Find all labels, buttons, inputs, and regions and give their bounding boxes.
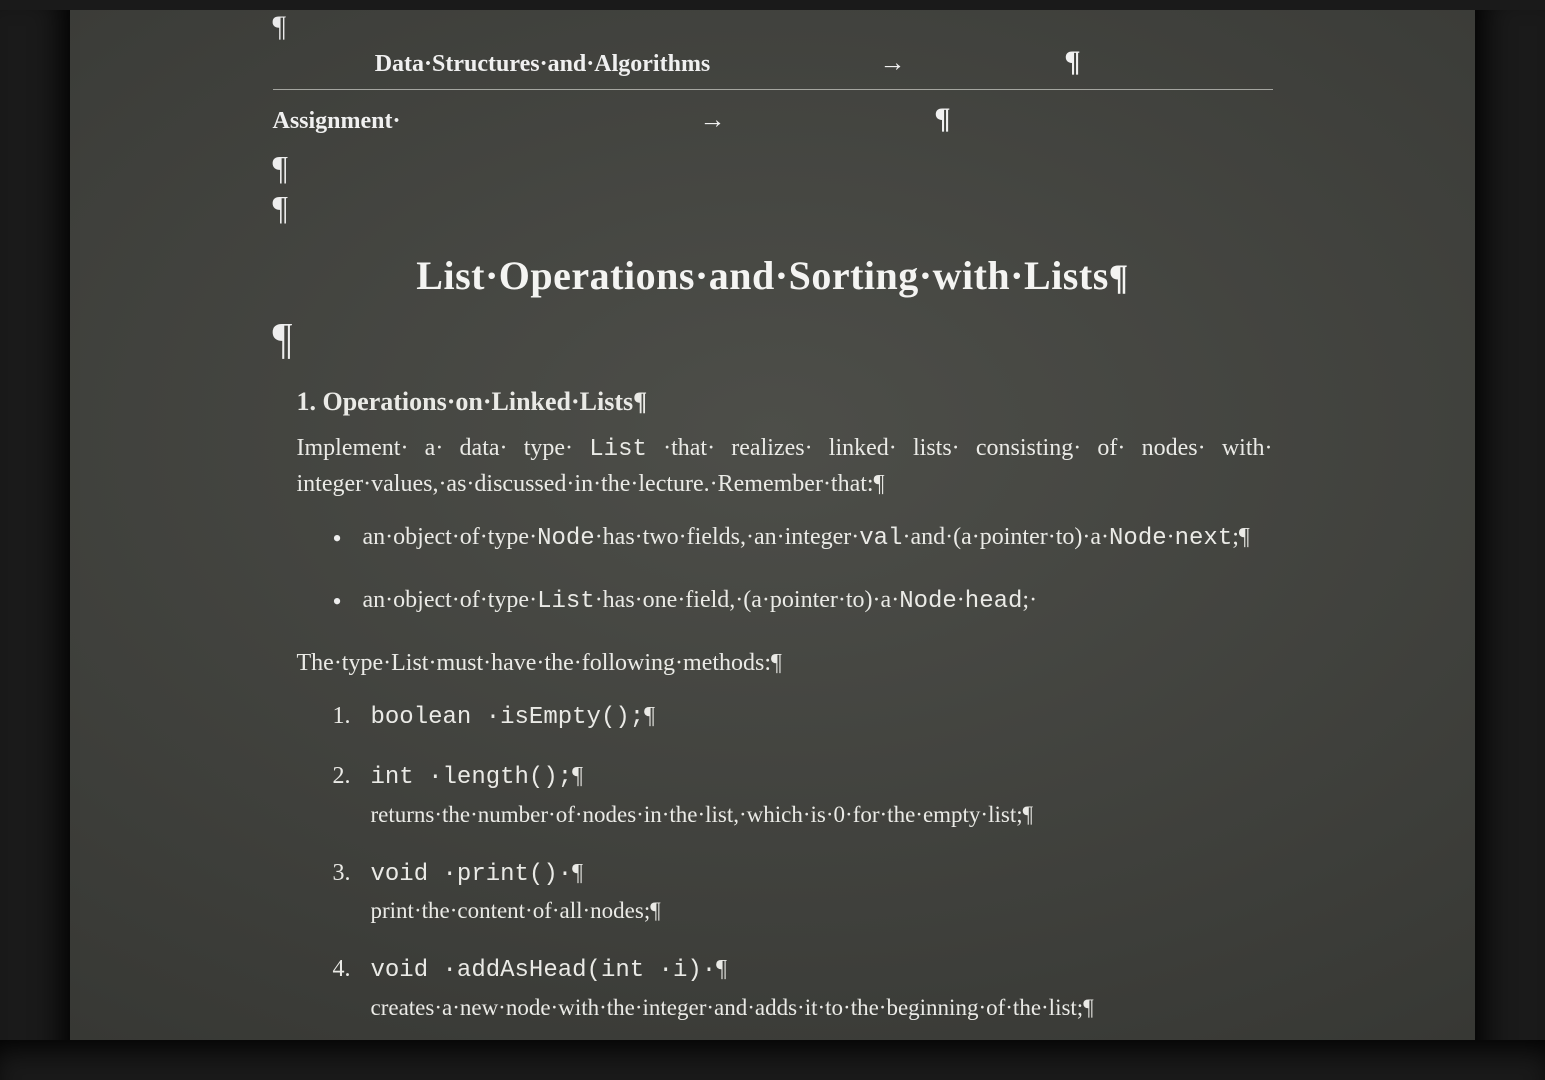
document-body: 1. Operations·on·Linked·Lists¶ Implement… [273, 383, 1273, 1024]
intro-paragraph: Implement· a· data· type· List ·that· re… [297, 431, 1273, 503]
formatting-mark-pilcrow: ¶ [273, 192, 1273, 226]
code-token-val: val [859, 525, 902, 552]
formatting-mark-pilcrow: ¶ [572, 763, 583, 789]
formatting-mark-tab: → [613, 106, 813, 136]
header-row-course: Data·Structures·and·Algorithms → ¶ [273, 37, 1273, 89]
formatting-mark-pilcrow: ¶ [273, 317, 1273, 361]
document-page: ¶ Data·Structures·and·Algorithms → ¶ Ass… [273, 10, 1273, 1024]
method-signature: int ·length(); [371, 764, 573, 791]
text: returns·the·number·of·nodes·in·the·list,… [371, 802, 1023, 827]
text: ;· [1022, 587, 1037, 613]
bezel [0, 0, 70, 1080]
formatting-mark-pilcrow: ¶ [813, 102, 1073, 136]
list-item: int ·length();¶ returns·the·number·of·no… [333, 759, 1273, 831]
list-item: void ·addAsHead(int ·i)·¶ creates·a·new·… [333, 952, 1273, 1024]
code-token-list: List [589, 436, 647, 463]
section-title: Operations·on·Linked·Lists [323, 387, 634, 416]
title-text: List·Operations·and·Sorting·with·Lists [416, 253, 1108, 298]
list-item: boolean ·isEmpty();¶ [333, 699, 1273, 736]
header-table: Data·Structures·and·Algorithms → ¶ Assig… [273, 37, 1273, 146]
list-item: an·object·of·type·List·has·one·field,·(a… [333, 583, 1273, 620]
text: ·has·one·field,·(a·pointer·to)·a· [595, 587, 900, 613]
text: ·has·two·fields,·an·integer· [595, 524, 860, 550]
text: · [1167, 524, 1175, 550]
assignment-label: Assignment· [273, 108, 613, 135]
text: an·object·of·type· [363, 587, 538, 613]
text: · [957, 587, 965, 613]
bezel [0, 0, 1545, 10]
bezel [1475, 0, 1545, 1080]
formatting-mark-pilcrow: ¶ [1109, 257, 1129, 297]
method-signature: boolean ·isEmpty(); [371, 704, 645, 731]
method-signature: void ·addAsHead(int ·i)· [371, 957, 717, 984]
code-token-list: List [537, 588, 595, 615]
monitor-screen: ¶ Data·Structures·and·Algorithms → ¶ Ass… [0, 0, 1545, 1080]
text: an·object·of·type· [363, 524, 538, 550]
formatting-mark-pilcrow: ¶ [874, 471, 885, 497]
code-token-head: head [965, 588, 1023, 615]
formatting-mark-pilcrow: ¶ [273, 152, 1273, 186]
bullet-list: an·object·of·type·Node·has·two·fields,·a… [333, 520, 1273, 620]
formatting-mark-tab: → [813, 49, 973, 79]
code-token-node: Node [537, 525, 595, 552]
text: ; [1232, 524, 1239, 550]
method-signature: void ·print()· [371, 861, 573, 888]
code-token-node: Node [1109, 525, 1167, 552]
section-number: 1. [297, 387, 317, 416]
code-token-node: Node [899, 588, 957, 615]
formatting-mark-pilcrow: ¶ [771, 650, 782, 676]
text: creates·a·new·node·with·the·integer·and·… [371, 995, 1084, 1020]
document-title: List·Operations·and·Sorting·with·Lists¶ [273, 252, 1273, 299]
formatting-mark-pilcrow: ¶ [1083, 995, 1093, 1020]
header-rule [273, 89, 1273, 90]
methods-list: boolean ·isEmpty();¶ int ·length();¶ ret… [333, 699, 1273, 1024]
formatting-mark-pilcrow: ¶ [1239, 524, 1250, 550]
method-description: print·the·content·of·all·nodes;¶ [371, 894, 1273, 927]
list-item: an·object·of·type·Node·has·two·fields,·a… [333, 520, 1273, 557]
bezel [0, 1040, 1545, 1080]
formatting-mark-pilcrow: ¶ [572, 860, 583, 886]
formatting-mark-pilcrow: ¶ [716, 956, 727, 982]
text: The·type·List·must·have·the·following·me… [297, 650, 772, 676]
text: Implement· a· data· type· [297, 435, 590, 461]
text: print·the·content·of·all·nodes; [371, 898, 651, 923]
section-heading: 1. Operations·on·Linked·Lists¶ [297, 383, 1273, 421]
text: ·and·(a·pointer·to)·a· [902, 524, 1109, 550]
formatting-mark-pilcrow: ¶ [973, 45, 1173, 79]
header-row-assignment: Assignment· → ¶ [273, 94, 1273, 146]
code-token-next: next [1175, 525, 1233, 552]
method-description: returns·the·number·of·nodes·in·the·list,… [371, 798, 1273, 831]
course-name: Data·Structures·and·Algorithms [273, 51, 813, 78]
formatting-mark-pilcrow: ¶ [650, 898, 660, 923]
list-item: void ·print()·¶ print·the·content·of·all… [333, 856, 1273, 928]
method-description: creates·a·new·node·with·the·integer·and·… [371, 991, 1273, 1024]
formatting-mark-pilcrow: ¶ [633, 387, 647, 416]
formatting-mark-pilcrow: ¶ [1023, 802, 1033, 827]
formatting-mark-pilcrow: ¶ [644, 703, 655, 729]
methods-intro: The·type·List·must·have·the·following·me… [297, 646, 1273, 681]
